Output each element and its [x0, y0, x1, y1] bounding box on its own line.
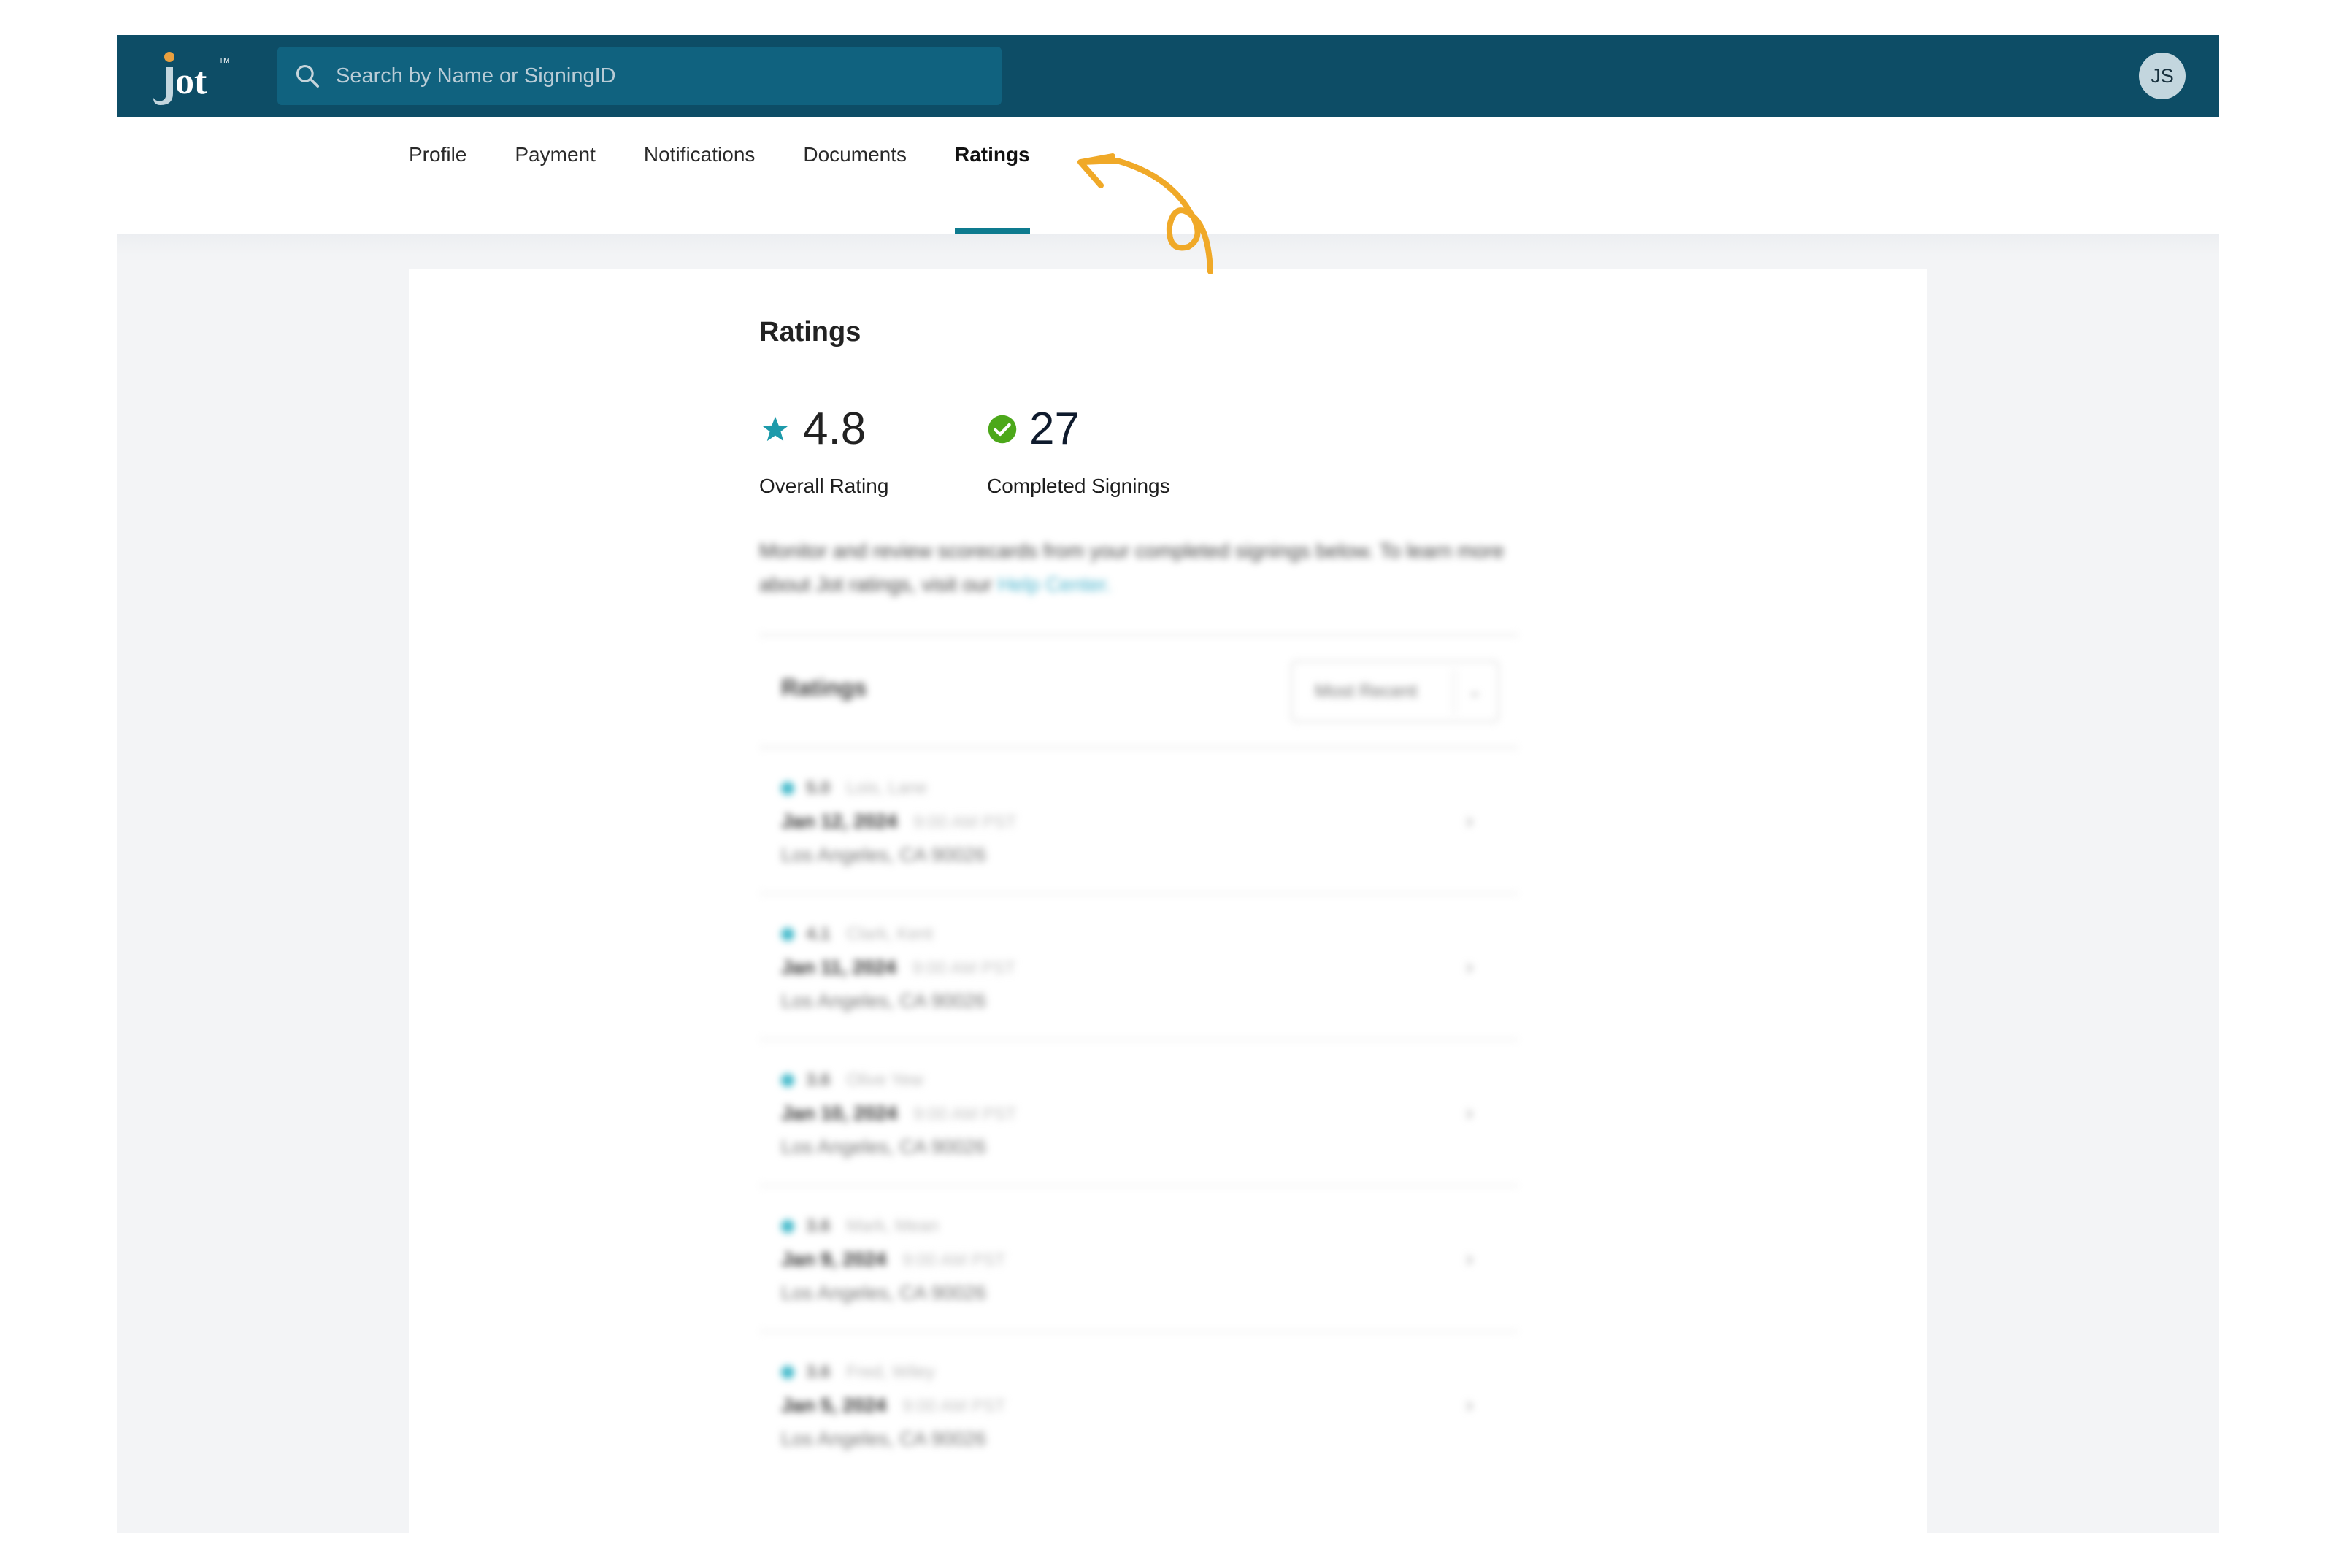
search-input[interactable]: [334, 63, 980, 89]
completed-signings-stat: 27: [987, 403, 1080, 455]
completed-signings-label: Completed Signings: [987, 474, 1170, 497]
row-date: Jan 11, 2024: [781, 956, 896, 978]
completed-signings-value: 27: [1029, 404, 1080, 454]
row-date: Jan 5, 2024: [781, 1394, 887, 1416]
chevron-right-icon: ›: [1466, 1247, 1473, 1271]
ratings-list-header: Ratings Most Recent ⌄: [759, 634, 1518, 749]
rating-dot-icon: [781, 1366, 794, 1379]
top-navbar: ot TM JS: [117, 35, 2219, 117]
row-date: Jan 10, 2024: [781, 1102, 898, 1124]
overall-rating-value: 4.8: [803, 404, 867, 454]
tab-ratings[interactable]: Ratings: [955, 117, 1030, 234]
row-score: 3.6: [806, 1070, 831, 1090]
check-circle-icon: [988, 415, 1017, 443]
tab-payment[interactable]: Payment: [515, 117, 596, 234]
tab-profile[interactable]: Profile: [409, 117, 466, 234]
row-score: 3.6: [806, 1216, 831, 1236]
row-time: 9:00 AM PST: [913, 1104, 1017, 1124]
user-avatar[interactable]: JS: [2139, 53, 2186, 99]
sort-divider: [1453, 669, 1455, 713]
row-date: Jan 9, 2024: [781, 1248, 887, 1270]
rating-dot-icon: [781, 1220, 794, 1233]
overall-rating-stat: 4.8: [759, 403, 866, 455]
rating-dot-icon: [781, 1074, 794, 1087]
row-score: 4.1: [806, 924, 831, 944]
row-name: Clark, Kent: [846, 924, 934, 944]
chevron-right-icon: ›: [1466, 809, 1473, 833]
row-time: 9:00 AM PST: [902, 1250, 1006, 1270]
ratings-list-title: Ratings: [781, 675, 867, 701]
row-location: Los Angeles, CA 90026: [781, 1136, 986, 1158]
row-location: Los Angeles, CA 90026: [781, 990, 986, 1012]
chevron-down-icon: ⌄: [1468, 682, 1482, 700]
row-time: 9:00 AM PST: [912, 958, 1016, 978]
row-score: 5.0: [806, 778, 831, 798]
rating-row[interactable]: 3.6 Mark, Mean Jan 9, 2024 9:00 AM PST L…: [759, 1187, 1518, 1333]
svg-text:ot: ot: [175, 61, 207, 102]
chevron-right-icon: ›: [1466, 1101, 1473, 1125]
ratings-card: Ratings 4.8 Overall Rating 27 Completed …: [409, 269, 1927, 1568]
overall-rating-label: Overall Rating: [759, 474, 889, 497]
rating-row[interactable]: 5.0 Lois, Lane Jan 12, 2024 9:00 AM PST …: [759, 749, 1518, 895]
row-name: Mark, Mean: [846, 1216, 940, 1236]
rating-row[interactable]: 3.6 Olive Yew Jan 10, 2024 9:00 AM PST L…: [759, 1041, 1518, 1187]
row-location: Los Angeles, CA 90026: [781, 1282, 986, 1304]
search-bar[interactable]: [277, 47, 1002, 105]
tab-documents[interactable]: Documents: [803, 117, 907, 234]
annotation-arrow-icon: [1077, 153, 1213, 274]
chevron-right-icon: ›: [1466, 1393, 1473, 1417]
row-location: Los Angeles, CA 90026: [781, 1428, 986, 1450]
chevron-right-icon: ›: [1466, 955, 1473, 979]
tab-notifications[interactable]: Notifications: [644, 117, 756, 234]
ratings-description: Monitor and review scorecards from your …: [759, 534, 1511, 602]
row-name: Olive Yew: [846, 1070, 923, 1090]
row-time: 9:00 AM PST: [913, 812, 1017, 832]
rating-dot-icon: [781, 928, 794, 941]
row-location: Los Angeles, CA 90026: [781, 844, 986, 866]
page-title: Ratings: [759, 317, 861, 347]
row-name: Lois, Lane: [846, 778, 928, 798]
sort-dropdown[interactable]: Most Recent ⌄: [1291, 660, 1499, 723]
star-icon: [762, 416, 788, 441]
svg-text:TM: TM: [219, 57, 229, 65]
row-score: 3.6: [806, 1362, 831, 1382]
rating-row[interactable]: 4.1 Clark, Kent Jan 11, 2024 9:00 AM PST…: [759, 895, 1518, 1041]
rating-dot-icon: [781, 782, 794, 795]
jot-logo[interactable]: ot TM: [149, 45, 237, 108]
search-icon: [296, 64, 319, 88]
rating-row[interactable]: 3.6 Fred, Wiley Jan 5, 2024 9:00 AM PST …: [759, 1333, 1518, 1476]
ratings-list: Ratings Most Recent ⌄ 5.0 Lois, Lane Jan…: [759, 634, 1518, 1476]
row-name: Fred, Wiley: [846, 1362, 935, 1382]
description-text: Monitor and review scorecards from your …: [759, 539, 1505, 596]
row-time: 9:00 AM PST: [902, 1396, 1006, 1416]
row-date: Jan 12, 2024: [781, 810, 898, 832]
sort-selected: Most Recent: [1315, 680, 1418, 702]
help-center-link[interactable]: Help Center.: [998, 573, 1112, 596]
